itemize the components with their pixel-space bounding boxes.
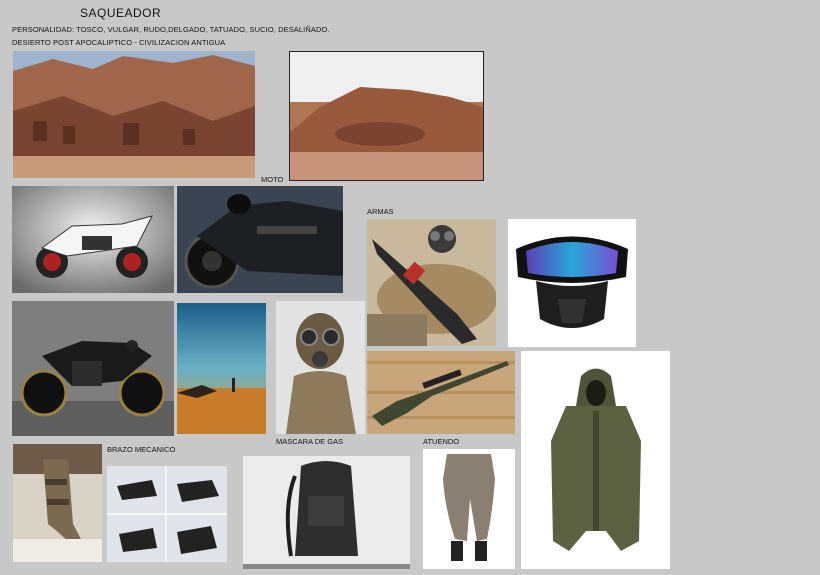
label-mascara-de-gas: MASCARA DE GAS bbox=[276, 437, 344, 446]
desert-rock-photo-icon bbox=[289, 51, 484, 181]
masked-figure-photo-icon bbox=[276, 301, 365, 434]
label-brazo-mecanico: BRAZO MECANICO bbox=[107, 445, 176, 454]
cafe-racer-photo-icon bbox=[12, 301, 174, 436]
baggy-pants-photo-icon bbox=[423, 449, 515, 569]
canyon-ruins-photo-icon bbox=[13, 51, 255, 178]
black-motorcycle-photo-icon bbox=[177, 186, 343, 293]
label-atuendo: ATUENDO bbox=[423, 437, 460, 446]
robotic-gloves-photo-icon bbox=[107, 466, 227, 562]
shotgun-gasmask-photo-icon bbox=[367, 219, 496, 346]
white-motorcycle-photo-icon bbox=[12, 186, 174, 293]
goggles-mask-photo-icon bbox=[508, 219, 636, 347]
sniper-rifle-photo-icon bbox=[367, 351, 515, 434]
label-armas: ARMAS bbox=[367, 207, 394, 216]
backpack-photo-icon bbox=[243, 456, 410, 569]
wasteland-poster-icon bbox=[177, 303, 266, 434]
hooded-coat-photo-icon bbox=[521, 351, 670, 569]
personality-text: PERSONALIDAD: TOSCO, VULGAR, RUDO,DELGAD… bbox=[12, 25, 330, 34]
setting-text: DESIERTO POST APOCALIPTICO - CIVILIZACIO… bbox=[12, 38, 226, 47]
label-moto: MOTO bbox=[261, 175, 284, 184]
mechanical-arm-photo-icon bbox=[13, 444, 102, 562]
board-title: SAQUEADOR bbox=[80, 6, 162, 20]
